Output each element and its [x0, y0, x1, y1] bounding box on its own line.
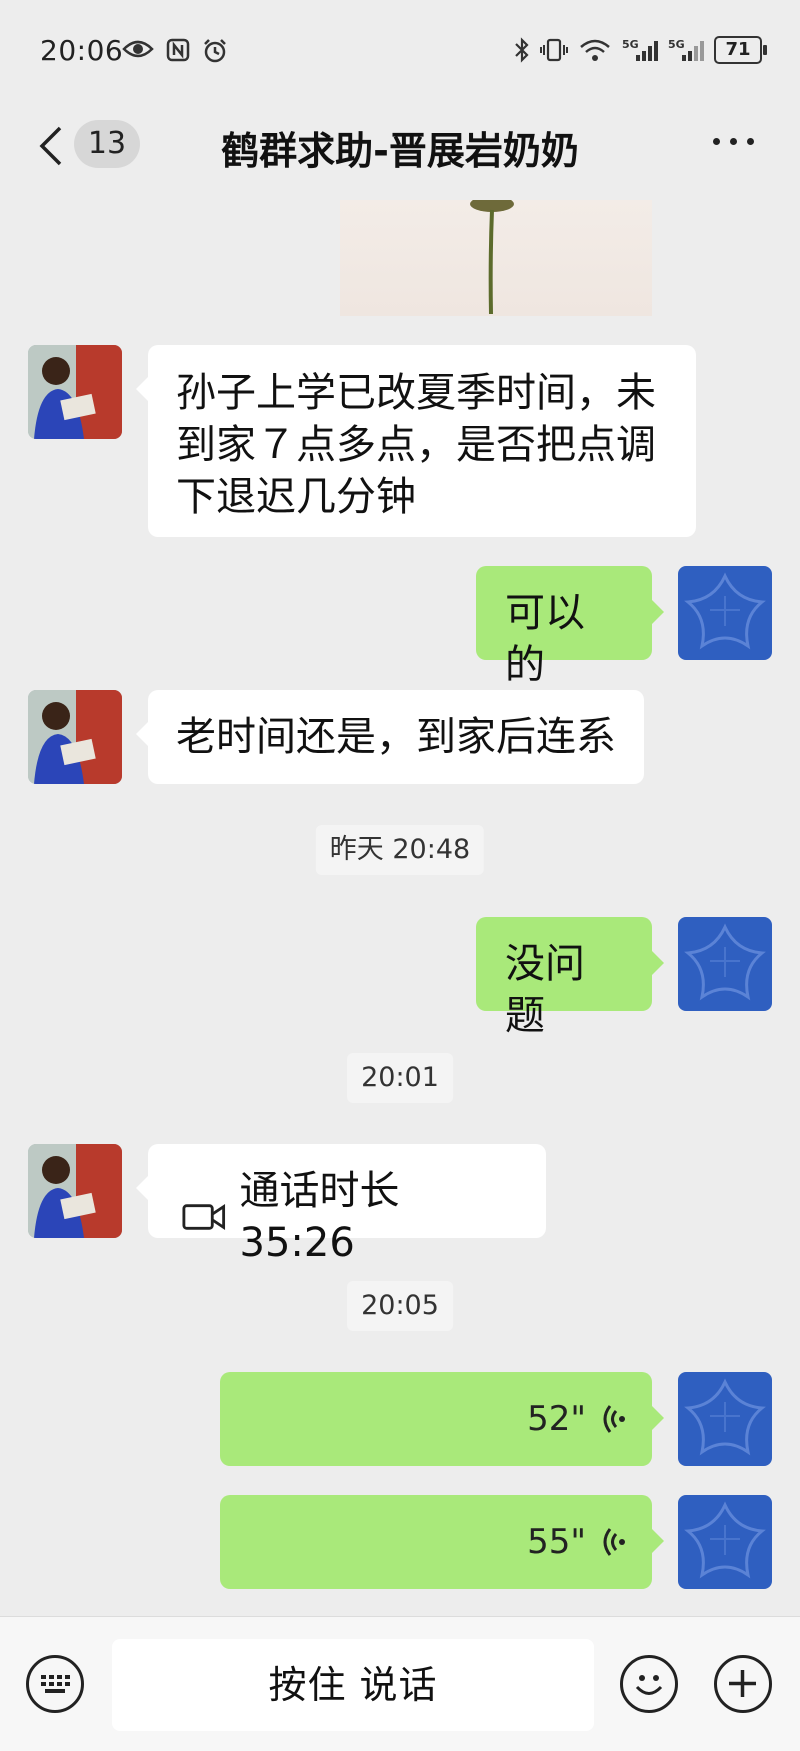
dot-icon: [713, 138, 720, 145]
5g-signal-icon: 5G: [622, 38, 658, 61]
avatar-self[interactable]: [678, 1495, 772, 1589]
avatar[interactable]: [28, 690, 122, 784]
message-text: 没问题: [505, 941, 585, 1039]
timestamp: 昨天 20:48: [315, 825, 485, 875]
timestamp: 20:01: [347, 1053, 453, 1103]
keyboard-icon: [41, 1675, 70, 1693]
video-call-icon: [182, 1203, 226, 1231]
voice-message-bubble[interactable]: 52": [220, 1372, 664, 1466]
vibrate-icon: [540, 38, 568, 62]
status-time: 20:06: [40, 34, 124, 67]
eye-icon: [122, 40, 154, 58]
voice-duration: 52": [527, 1399, 586, 1439]
call-record-bubble[interactable]: 通话时长 35:26: [136, 1144, 546, 1266]
message-text-line: 到家７点多点，是否把点调: [176, 422, 656, 468]
nfc-icon: [166, 38, 190, 62]
alarm-icon: [204, 39, 226, 63]
avatar[interactable]: [28, 1144, 122, 1238]
status-right-icons: 5G 5G 71: [514, 36, 767, 64]
avatar-star-logo: [684, 572, 766, 650]
voice-message-bubble[interactable]: 55": [220, 1495, 664, 1589]
keyboard-toggle-button[interactable]: [26, 1655, 84, 1713]
more-functions-button[interactable]: [714, 1655, 772, 1713]
image-message[interactable]: [340, 196, 652, 316]
plus-icon: [729, 1670, 756, 1697]
battery-icon: 71: [714, 36, 767, 64]
avatar-star-logo: [684, 1501, 766, 1579]
avatar-child-image: [28, 690, 122, 784]
emoji-button[interactable]: [620, 1655, 678, 1713]
bluetooth-icon: [515, 37, 529, 63]
voice-wave-icon: [603, 1405, 625, 1433]
message-text: 老时间还是，到家后连系: [176, 714, 616, 760]
dot-icon: [747, 138, 754, 145]
avatar-star-logo: [684, 1378, 766, 1456]
avatar-self[interactable]: [678, 917, 772, 1011]
input-bar: 按住 说话: [0, 1616, 800, 1751]
voice-wave-icon: [603, 1528, 625, 1556]
avatar[interactable]: [28, 345, 122, 439]
chat-header: 13 鹤群求助-晋展岩奶奶: [0, 100, 800, 190]
emoji-icon: [635, 1675, 663, 1695]
avatar-child-image: [28, 345, 122, 439]
message-bubble-incoming[interactable]: 老时间还是，到家后连系: [136, 690, 644, 784]
status-bar: 20:06 5G 5G 71: [0, 0, 800, 100]
more-options-button[interactable]: [713, 138, 754, 145]
avatar-star-logo: [684, 923, 766, 1001]
chat-title: 鹤群求助-晋展岩奶奶: [221, 129, 579, 173]
message-text-line: 下退迟几分钟: [176, 474, 416, 520]
avatar-child-image: [28, 1144, 122, 1238]
call-duration-text: 通话时长 35:26: [239, 1168, 400, 1266]
5g-signal-icon: 5G: [668, 38, 704, 61]
svg-text:5G: 5G: [622, 38, 639, 51]
message-text: 可以的: [505, 590, 585, 688]
hold-to-talk-button[interactable]: 按住 说话: [112, 1639, 594, 1731]
dot-icon: [730, 138, 737, 145]
message-bubble-incoming[interactable]: 孙子上学已改夏季时间，未 到家７点多点，是否把点调 下退迟几分钟: [136, 345, 696, 537]
avatar-self[interactable]: [678, 566, 772, 660]
flower-stem-image: [470, 196, 514, 315]
avatar-self[interactable]: [678, 1372, 772, 1466]
timestamp: 20:05: [347, 1281, 453, 1331]
status-left-icons: [122, 38, 228, 64]
wifi-icon: [580, 39, 610, 61]
message-bubble-outgoing[interactable]: 可以的: [476, 566, 664, 688]
message-text-line: 孙子上学已改夏季时间，未: [176, 370, 656, 416]
message-bubble-outgoing[interactable]: 没问题: [476, 917, 664, 1039]
voice-duration: 55": [527, 1522, 586, 1562]
svg-text:5G: 5G: [668, 38, 685, 51]
